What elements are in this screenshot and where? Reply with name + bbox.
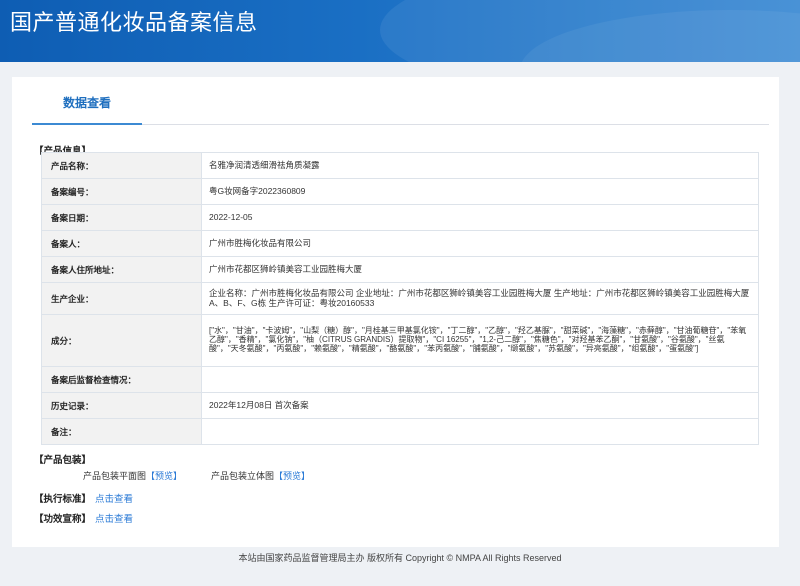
flat-image-label: 产品包装平面图 [83, 471, 147, 481]
table-row: 备案编号： 粤G妆网备字2022360809 [41, 178, 759, 205]
row-value: 2022-12-05 [201, 204, 759, 231]
packaging-title: 【产品包装】 [34, 455, 92, 466]
standard-title: 【执行标准】 [34, 494, 92, 505]
content-card: 数据查看 【产品信息】 产品名称： 名雅净润清透细滑祛角质凝露 备案编号： 粤G… [12, 77, 779, 547]
tab-data-view[interactable]: 数据查看 [32, 77, 142, 125]
row-value: 广州市花都区狮岭镇美容工业园胜梅大厦 [201, 256, 759, 283]
row-value: 广州市胜梅化妆品有限公司 [201, 230, 759, 257]
table-row: 生产企业： 企业名称：广州市胜梅化妆品有限公司 企业地址：广州市花都区狮岭镇美容… [41, 282, 759, 315]
stereo-image-label: 产品包装立体图 [211, 471, 275, 481]
table-row: 备案人： 广州市胜梅化妆品有限公司 [41, 230, 759, 257]
row-value: 粤G妆网备字2022360809 [201, 178, 759, 205]
row-key: 产品名称： [41, 152, 202, 179]
page-header: 国产普通化妆品备案信息 [0, 0, 800, 62]
flat-image-preview-link[interactable]: 【预览】 [146, 471, 182, 481]
row-value [201, 366, 759, 393]
row-value: 2022年12月08日 首次备案 [201, 392, 759, 419]
efficacy-title: 【功效宣称】 [34, 514, 92, 525]
row-key: 备案后监督检查情况： [41, 366, 202, 393]
standard-view-link[interactable]: 点击查看 [95, 494, 133, 505]
table-row: 备注： [41, 418, 759, 445]
efficacy-row: 【功效宣称】 点击查看 [34, 511, 133, 525]
row-key: 备案编号： [41, 178, 202, 205]
efficacy-view-link[interactable]: 点击查看 [95, 514, 133, 525]
row-key: 备案人住所地址： [41, 256, 202, 283]
stereo-image-preview-link[interactable]: 【预览】 [274, 471, 310, 481]
table-row: 备案人住所地址： 广州市花都区狮岭镇美容工业园胜梅大厦 [41, 256, 759, 283]
row-value: 名雅净润清透细滑祛角质凝露 [201, 152, 759, 179]
page-footer: 本站由国家药品监督管理局主办 版权所有 Copyright © NMPA All… [238, 553, 562, 563]
standard-row: 【执行标准】 点击查看 [34, 491, 133, 505]
product-info-table: 产品名称： 名雅净润清透细滑祛角质凝露 备案编号： 粤G妆网备字20223608… [41, 152, 759, 445]
page-title: 国产普通化妆品备案信息 [10, 11, 258, 36]
table-row: 产品名称： 名雅净润清透细滑祛角质凝露 [41, 152, 759, 179]
row-key: 备案人： [41, 230, 202, 257]
table-row: 成分： ["水"，"甘油"，"卡波姆"，"山梨（糖）醇"，"月桂基三甲基氯化铵"… [41, 314, 759, 367]
row-value: 企业名称：广州市胜梅化妆品有限公司 企业地址：广州市花都区狮岭镇美容工业园胜梅大… [201, 282, 759, 315]
row-key: 备案日期： [41, 204, 202, 231]
row-key: 生产企业： [41, 282, 202, 315]
stereo-image-row: 产品包装立体图【预览】 [211, 469, 310, 482]
table-row: 备案后监督检查情况： [41, 366, 759, 393]
tab-bar: 数据查看 [32, 77, 769, 125]
row-key: 成分： [41, 314, 202, 367]
row-value: ["水"，"甘油"，"卡波姆"，"山梨（糖）醇"，"月桂基三甲基氯化铵"，"丁二… [201, 314, 759, 367]
row-key: 历史记录： [41, 392, 202, 419]
row-key: 备注： [41, 418, 202, 445]
row-value [201, 418, 759, 445]
flat-image-row: 产品包装平面图【预览】 [83, 469, 182, 482]
table-row: 备案日期： 2022-12-05 [41, 204, 759, 231]
table-row: 历史记录： 2022年12月08日 首次备案 [41, 392, 759, 419]
